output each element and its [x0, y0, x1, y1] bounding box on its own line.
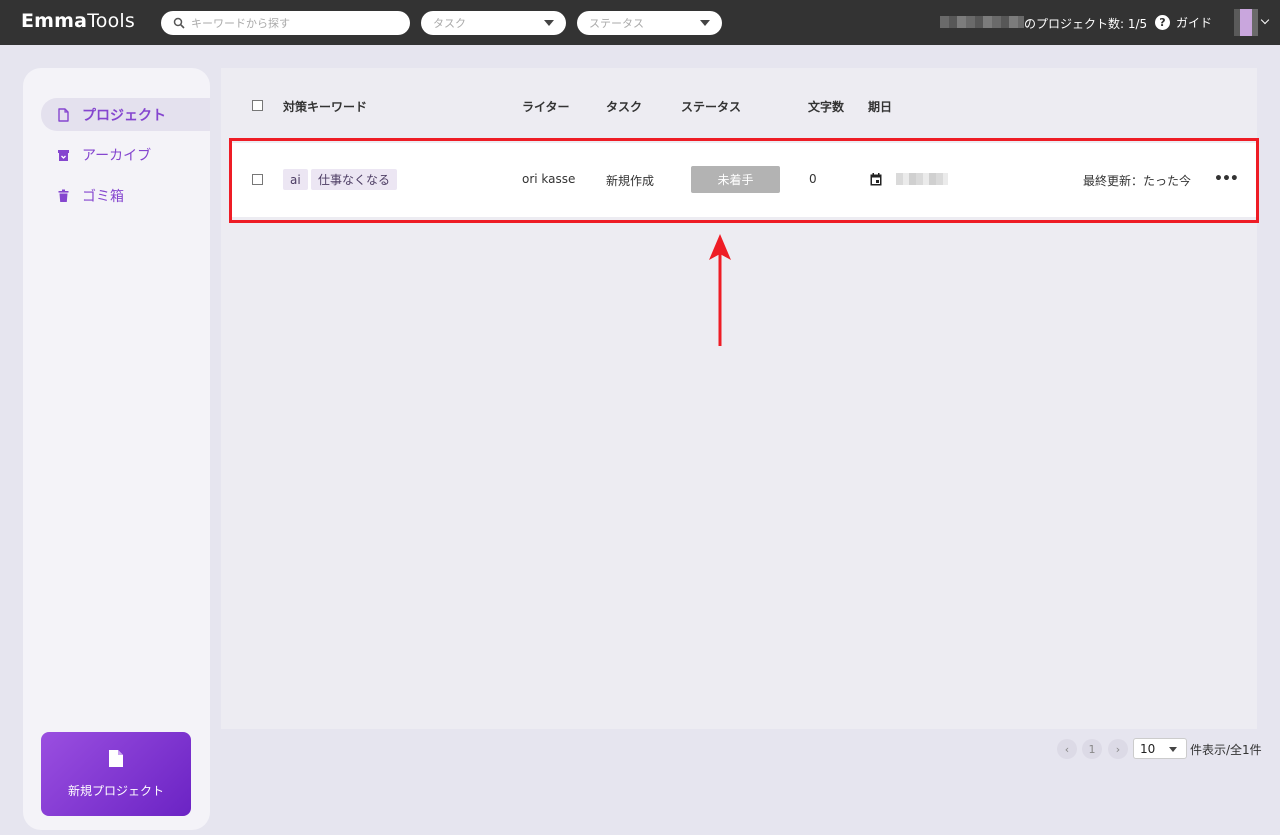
writer-cell: ori kasse: [522, 172, 576, 186]
caret-down-icon: [544, 20, 554, 26]
column-header-char-count[interactable]: 文字数: [808, 98, 844, 115]
sidebar: プロジェクト アーカイブ ゴミ箱 新規プロジェクト: [23, 68, 210, 830]
sidebar-item-label: ゴミ箱: [82, 188, 124, 205]
blurred-due-date: [896, 173, 948, 185]
select-all-checkbox[interactable]: [252, 100, 263, 111]
last-updated-text: 最終更新：たった今: [1083, 174, 1192, 188]
per-page-value: 10: [1140, 741, 1156, 756]
new-project-button[interactable]: 新規プロジェクト: [41, 732, 191, 816]
pagination-summary: 件表示/全1件: [1190, 743, 1262, 757]
chevron-down-icon[interactable]: [1260, 15, 1270, 25]
task-filter-label: タスク: [433, 17, 466, 30]
new-document-icon: [109, 750, 123, 767]
column-header-keyword[interactable]: 対策キーワード: [283, 98, 367, 115]
caret-down-icon: [1169, 747, 1177, 752]
project-count: のプロジェクト数: 1/5: [1024, 17, 1148, 31]
app-logo[interactable]: EmmaTools: [21, 10, 135, 32]
column-header-due-date[interactable]: 期日: [868, 98, 892, 115]
annotation-arrow-icon: [709, 234, 731, 346]
status-badge[interactable]: 未着手: [691, 166, 780, 193]
table-row[interactable]: ai 仕事なくなる ori kasse 新規作成 未着手 0 最終更新：たった今…: [231, 143, 1257, 217]
row-checkbox[interactable]: [252, 174, 263, 185]
blurred-user-name: [940, 16, 1024, 28]
prev-page-button[interactable]: ‹: [1057, 739, 1077, 759]
calendar-icon[interactable]: [870, 173, 882, 186]
sidebar-item-archive[interactable]: アーカイブ: [41, 138, 210, 171]
sidebar-item-trash[interactable]: ゴミ箱: [41, 179, 210, 212]
caret-down-icon: [700, 20, 710, 26]
new-project-label: 新規プロジェクト: [67, 784, 164, 798]
sidebar-item-label: プロジェクト: [82, 107, 166, 124]
task-cell: 新規作成: [606, 174, 655, 188]
avatar[interactable]: [1234, 9, 1258, 36]
trash-icon: [58, 189, 69, 202]
top-bar: EmmaTools タスク ステータス のプロジェクト数: 1/5 ? ガイド: [0, 0, 1280, 45]
archive-icon: [58, 149, 69, 161]
document-icon: [58, 107, 69, 122]
task-filter-select[interactable]: タスク: [421, 11, 566, 35]
sidebar-item-label: アーカイブ: [82, 147, 152, 164]
keyword-tag: ai: [283, 169, 308, 190]
sidebar-item-projects[interactable]: プロジェクト: [41, 98, 210, 131]
page-1-button[interactable]: 1: [1082, 739, 1102, 759]
status-filter-select[interactable]: ステータス: [577, 11, 722, 35]
search-box[interactable]: [161, 11, 410, 35]
more-options-icon[interactable]: •••: [1214, 171, 1239, 187]
guide-label: ガイド: [1176, 16, 1213, 30]
search-input[interactable]: [191, 16, 391, 30]
per-page-select[interactable]: 10: [1133, 738, 1187, 759]
guide-link[interactable]: ? ガイド: [1155, 14, 1212, 31]
project-list-panel: 対策キーワード ライター タスク ステータス 文字数 期日 ai 仕事なくなる …: [221, 68, 1257, 729]
keyword-tag: 仕事なくなる: [311, 169, 398, 190]
column-header-writer[interactable]: ライター: [522, 98, 570, 115]
help-icon: ?: [1155, 15, 1170, 30]
next-page-button[interactable]: ›: [1108, 739, 1128, 759]
column-header-task[interactable]: タスク: [606, 98, 642, 115]
char-count-cell: 0: [809, 172, 817, 186]
search-icon: [173, 17, 185, 29]
column-header-status[interactable]: ステータス: [681, 98, 741, 115]
status-filter-label: ステータス: [589, 17, 644, 30]
